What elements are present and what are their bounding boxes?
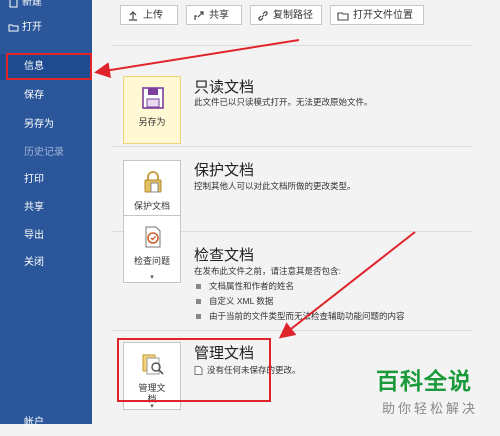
upload-button[interactable]: 上传 [120, 5, 178, 25]
protect-document-title: 保护文档 [194, 162, 255, 179]
share-icon [194, 11, 204, 20]
divider [112, 45, 472, 46]
chevron-down-icon: ▾ [150, 274, 154, 281]
list-item: 文档属性和作者的姓名 [196, 280, 294, 292]
watermark-logo: 百科全说 助你轻松解决 [376, 368, 479, 416]
copy-path-button[interactable]: 复制路径 [250, 5, 322, 25]
check-for-issues-tile-button[interactable]: 检查问题 ▾ [123, 215, 181, 283]
divider [112, 330, 472, 331]
read-only-description: 此文件已以只读模式打开。无法更改原始文件。 [194, 97, 373, 107]
sidebar-item-open[interactable]: 打开 [0, 15, 92, 41]
new-icon [9, 0, 18, 8]
read-only-title: 只读文档 [194, 79, 255, 96]
upload-icon [129, 11, 137, 21]
protect-document-description: 控制其他人可以对此文档所做的更改类型。 [194, 181, 356, 191]
divider [112, 146, 472, 147]
sidebar-item-export[interactable]: 导出 [0, 223, 92, 249]
sidebar-item-new[interactable]: 新建 [0, 0, 92, 16]
bullet-icon [196, 314, 201, 320]
inspect-document-icon [145, 226, 161, 248]
list-item: 自定义 XML 数据 [196, 295, 273, 307]
list-item: 由于当前的文件类型而无法检查辅助功能问题的内容 [196, 310, 405, 322]
sidebar-item-history[interactable]: 历史记录 [0, 140, 92, 166]
inspect-document-description: 在发布此文件之前，请注意其是否包含: [194, 266, 341, 276]
inspect-document-title: 检查文档 [194, 247, 255, 264]
share-button[interactable]: 共享 [186, 5, 242, 25]
sidebar-item-account[interactable]: 帐户 [0, 410, 92, 436]
sidebar-item-close[interactable]: 关闭 [0, 250, 92, 276]
sidebar-item-save[interactable]: 保存 [0, 83, 92, 109]
chevron-down-icon: ▾ [150, 403, 154, 410]
bullet-icon [196, 284, 201, 290]
link-icon [258, 11, 268, 21]
sidebar-item-share[interactable]: 共享 [0, 195, 92, 221]
manage-highlight-box [117, 338, 271, 402]
save-as-icon [142, 87, 164, 109]
bullet-icon [196, 299, 201, 305]
sidebar-item-print[interactable]: 打印 [0, 167, 92, 193]
sidebar-item-save-as[interactable]: 另存为 [0, 112, 92, 138]
lock-icon [144, 171, 162, 193]
info-highlight-box [6, 53, 92, 80]
save-as-tile-button[interactable]: 另存为 [123, 76, 181, 144]
folder-open-icon [8, 24, 19, 32]
folder-icon [337, 12, 349, 21]
open-file-location-button[interactable]: 打开文件位置 [330, 5, 424, 25]
